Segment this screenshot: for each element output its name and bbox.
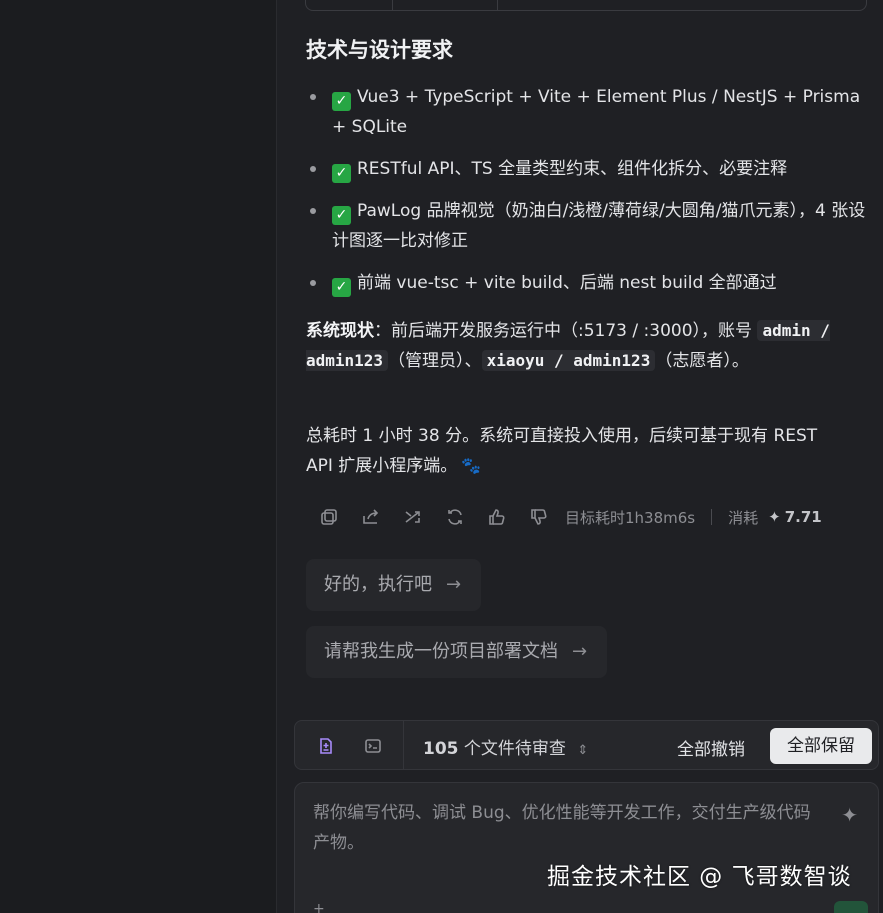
thumbs-down-icon[interactable] bbox=[523, 503, 555, 531]
divider bbox=[711, 509, 713, 525]
consume-value: ✦ 7.71 bbox=[768, 508, 822, 526]
requirements-list: ✓ Vue3 + TypeScript + Vite + Element Plus… bbox=[306, 82, 871, 310]
list-item: ✓ PawLog 品牌视觉（奶油白/浅橙/薄荷绿/大圆角/猫爪元素），4 张设计图… bbox=[306, 196, 871, 256]
list-item: ✓ RESTful API、TS 全量类型约束、组件化拆分、必要注释 bbox=[306, 154, 871, 184]
chevron-up-down-icon: ⇕ bbox=[577, 743, 589, 758]
chat-input[interactable]: 帮你编写代码、调试 Bug、优化性能等开发工作，交付生产级代码产物。 ✦ + bbox=[294, 782, 879, 913]
check-icon: ✓ bbox=[332, 278, 351, 297]
pending-files-dropdown[interactable]: 105 个文件待审查 ⇕ bbox=[423, 734, 588, 759]
refresh-icon[interactable] bbox=[439, 503, 471, 531]
paw-icon: 🐾 bbox=[461, 456, 482, 475]
message-actions: 目标耗时1h38m6s 消耗 ✦ 7.71 bbox=[313, 503, 822, 531]
undo-all-button[interactable]: 全部撤销 bbox=[677, 735, 745, 760]
sidebar bbox=[0, 0, 277, 913]
share-icon[interactable] bbox=[355, 503, 387, 531]
account-volunteer: xiaoyu / admin123 bbox=[481, 350, 656, 371]
check-icon: ✓ bbox=[332, 92, 351, 111]
chat-panel: 技术与设计要求 ✓ Vue3 + TypeScript + Vite + Elem… bbox=[277, 0, 883, 913]
suggestion-button[interactable]: 好的，执行吧 → bbox=[306, 559, 482, 611]
status-label: 系统现状 bbox=[306, 321, 374, 341]
arrow-right-icon: → bbox=[572, 641, 588, 662]
terminal-icon[interactable] bbox=[361, 734, 385, 758]
consume-label: 消耗 bbox=[728, 508, 759, 527]
check-icon: ✓ bbox=[332, 164, 351, 183]
arrow-right-icon: → bbox=[446, 574, 462, 595]
section-heading: 技术与设计要求 bbox=[306, 38, 453, 62]
keep-all-button[interactable]: 全部保留 bbox=[770, 728, 872, 764]
suggestion-button[interactable]: 请帮我生成一份项目部署文档 → bbox=[306, 626, 608, 678]
input-toolbar: + bbox=[313, 901, 325, 913]
check-icon: ✓ bbox=[332, 206, 351, 225]
sparkle-icon: ✦ bbox=[768, 508, 781, 526]
list-item: ✓ Vue3 + TypeScript + Vite + Element Plus… bbox=[306, 82, 871, 142]
sparkle-icon[interactable]: ✦ bbox=[841, 803, 858, 827]
system-status-paragraph: 系统现状：前后端开发服务运行中（:5173 / :3000），账号 admin … bbox=[306, 320, 830, 371]
add-icon[interactable]: + bbox=[313, 901, 325, 913]
file-review-bar: 105 个文件待审查 ⇕ 全部撤销 全部保留 bbox=[294, 720, 879, 770]
send-button[interactable] bbox=[834, 901, 868, 913]
watermark: 掘金技术社区 @ 飞哥数智谈 bbox=[547, 864, 852, 890]
target-time: 目标耗时1h38m6s bbox=[565, 508, 696, 527]
divider bbox=[403, 721, 404, 769]
summary-paragraph: 总耗时 1 小时 38 分。系统可直接投入使用，后续可基于现有 REST API… bbox=[306, 421, 846, 481]
file-diff-icon[interactable] bbox=[314, 734, 338, 758]
input-placeholder: 帮你编写代码、调试 Bug、优化性能等开发工作，交付生产级代码产物。 bbox=[313, 803, 811, 853]
list-item: ✓ 前端 vue-tsc + vite build、后端 nest build 全… bbox=[306, 268, 871, 298]
table-bottom-edge bbox=[305, 0, 867, 11]
copy-icon[interactable] bbox=[313, 503, 345, 531]
thumbs-up-icon[interactable] bbox=[481, 503, 513, 531]
fork-icon[interactable] bbox=[397, 503, 429, 531]
